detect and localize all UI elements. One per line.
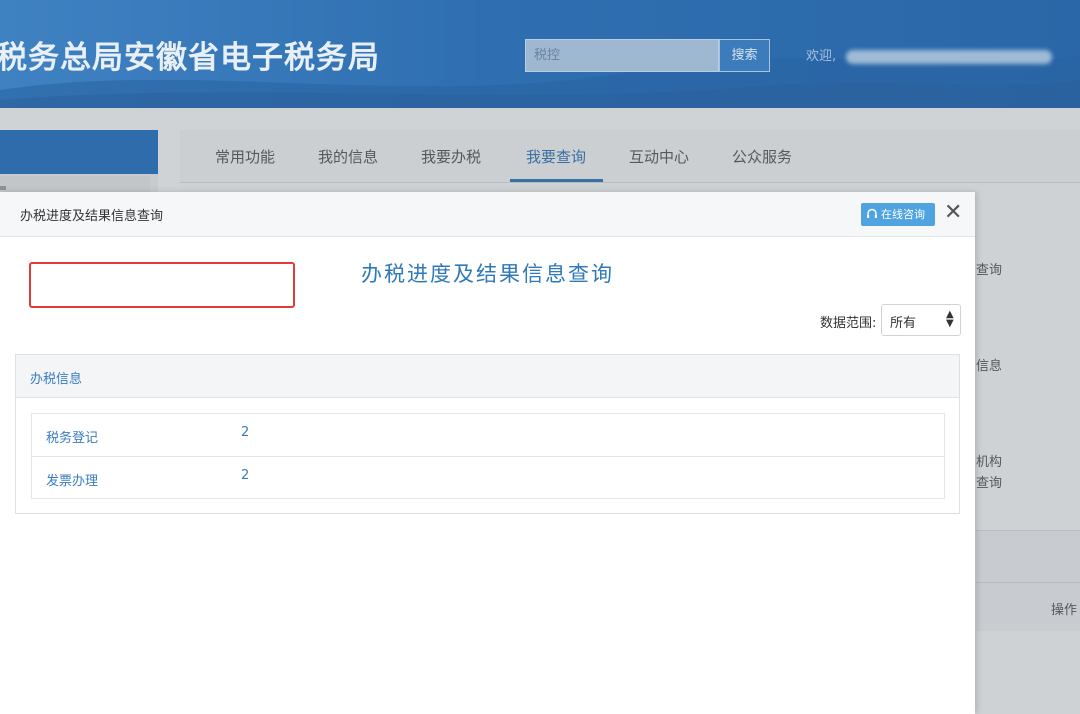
red-highlight-annotation <box>29 262 295 308</box>
sidebar-list-marker <box>0 186 6 190</box>
tab-interaction-center[interactable]: 互动中心 <box>629 146 689 167</box>
tab-query[interactable]: 我要查询 <box>526 146 586 167</box>
data-range-value: 所有 <box>890 316 917 331</box>
search-button[interactable]: 搜索 <box>719 39 770 72</box>
background-table-divider <box>976 582 1080 583</box>
table-row[interactable]: 发票办理 2 <box>32 457 944 499</box>
background-link-text: 查询 <box>976 476 1003 491</box>
row-name-link[interactable]: 税务登记 <box>46 427 98 446</box>
search-input[interactable]: 税控 <box>525 39 719 72</box>
close-icon[interactable]: ✕ <box>944 201 962 225</box>
left-sidebar-header <box>0 130 158 174</box>
background-column-header: 操作 <box>1051 603 1078 618</box>
active-tab-indicator <box>510 179 603 182</box>
background-link-text: 查询 <box>976 263 1003 278</box>
modal-header: 办税进度及结果信息查询 在线咨询 ✕ <box>0 192 975 237</box>
table-row[interactable]: 税务登记 2 <box>32 414 944 457</box>
row-count-link[interactable]: 2 <box>241 425 249 440</box>
modal-title: 办税进度及结果信息查询 <box>20 209 164 224</box>
welcome-text: 欢迎, <box>806 49 837 64</box>
background-link-text: 信息 <box>976 359 1003 374</box>
blurred-username <box>846 50 1052 64</box>
tab-public-service[interactable]: 公众服务 <box>732 146 792 167</box>
background-link-text: 机构 <box>976 455 1003 470</box>
tab-common-functions[interactable]: 常用功能 <box>215 146 275 167</box>
row-count-link[interactable]: 2 <box>241 468 249 483</box>
site-header: 税务总局安徽省电子税务局 税控 搜索 欢迎, <box>0 0 1080 108</box>
site-title: 税务总局安徽省电子税务局 <box>0 40 380 76</box>
select-arrows-icon: ▲ ▼ <box>946 309 954 329</box>
tax-info-table: 税务登记 2 发票办理 2 <box>31 413 945 499</box>
tax-info-panel: 办税信息 税务登记 2 发票办理 2 <box>15 354 960 514</box>
tab-tax-handling[interactable]: 我要办税 <box>421 146 481 167</box>
tax-info-panel-title: 办税信息 <box>30 372 83 387</box>
row-name-link[interactable]: 发票办理 <box>46 470 98 489</box>
headset-icon <box>867 208 877 218</box>
tab-my-info[interactable]: 我的信息 <box>318 146 378 167</box>
tax-info-panel-header: 办税信息 <box>16 355 959 398</box>
online-consult-label: 在线咨询 <box>881 208 925 221</box>
data-range-select[interactable]: 所有 ▲ ▼ <box>881 304 961 336</box>
data-range-label: 数据范围: <box>820 316 877 331</box>
online-consult-button[interactable]: 在线咨询 <box>861 203 935 226</box>
